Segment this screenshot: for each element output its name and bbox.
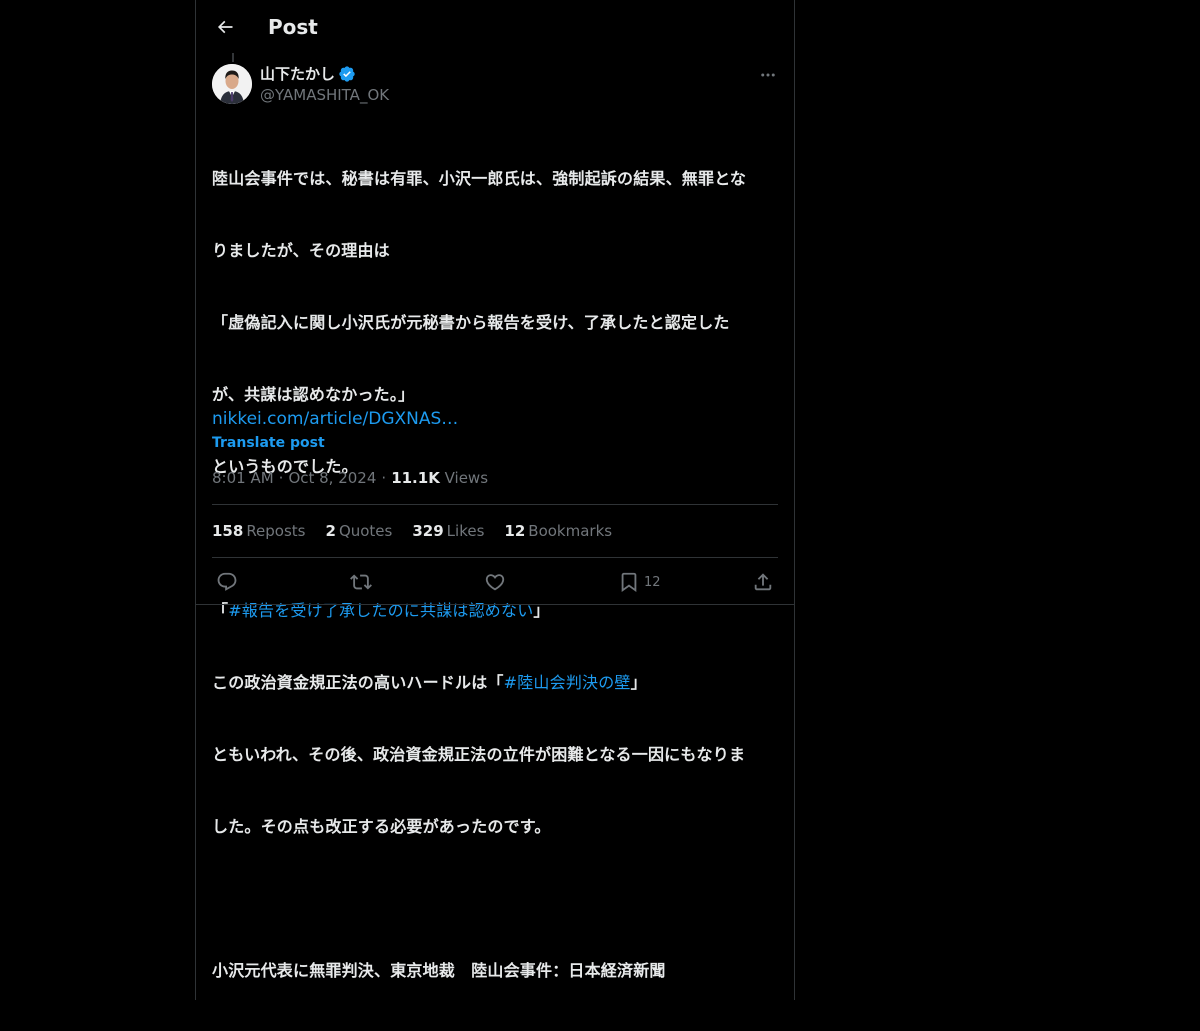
post-time[interactable]: 8:01 AM: [212, 469, 274, 487]
post-date[interactable]: Oct 8, 2024: [288, 469, 376, 487]
thread-connector: [232, 53, 234, 62]
primary-column: Post 山下たかし @YAMASHITA_OK 陸山会事件では、秘書は有罪、小…: [195, 0, 795, 1000]
back-button[interactable]: [208, 10, 242, 44]
hashtag-link[interactable]: #陸山会判決の壁: [504, 673, 631, 692]
author-handle[interactable]: @YAMASHITA_OK: [260, 85, 389, 105]
page-title: Post: [268, 15, 318, 39]
repost-button[interactable]: [350, 569, 372, 595]
post-text-line: が、共謀は認めなかった。」: [212, 385, 415, 404]
post-text-line: 小沢元代表に無罪判決、東京地裁 陸山会事件：日本経済新聞: [212, 961, 666, 980]
divider: [212, 504, 778, 505]
verified-badge-icon[interactable]: [338, 65, 356, 83]
action-bar: 12: [196, 567, 794, 597]
like-button[interactable]: [484, 569, 506, 595]
post-author: 山下たかし @YAMASHITA_OK: [260, 64, 389, 106]
stat-quotes[interactable]: 2 Quotes: [326, 521, 393, 541]
text-prefix: この政治資金規正法の高いハードルは「: [212, 673, 504, 692]
reply-button[interactable]: [216, 569, 238, 595]
bookmark-count: 12: [644, 574, 661, 590]
post-text-line: この政治資金規正法の高いハードルは「#陸山会判決の壁」: [212, 671, 778, 695]
avatar[interactable]: [212, 64, 252, 104]
post-text-line: 「虚偽記入に関し小沢氏が元秘書から報告を受け、了承したと認定した: [212, 313, 730, 332]
translate-post-button[interactable]: Translate post: [212, 433, 325, 453]
post-text-line: した。その点も改正する必要があったのです。: [212, 817, 551, 836]
page-header: Post: [196, 0, 794, 53]
stat-bookmarks[interactable]: 12 Bookmarks: [504, 521, 612, 541]
post-meta: 8:01 AM · Oct 8, 2024 · 11.1K Views: [212, 468, 488, 488]
meta-separator: ·: [278, 469, 284, 487]
reply-icon: [217, 572, 237, 591]
avatar-photo: [212, 64, 252, 104]
more-options-button[interactable]: [754, 64, 782, 86]
stat-likes[interactable]: 329 Likes: [412, 521, 484, 541]
views-label: Views: [444, 469, 489, 487]
post-text-line: りましたが、その理由は: [212, 241, 390, 260]
stat-reposts[interactable]: 158 Reposts: [212, 521, 306, 541]
bracket-close: 」: [630, 673, 647, 692]
share-button[interactable]: [752, 569, 774, 595]
bookmark-button[interactable]: 12: [618, 569, 661, 595]
post-stats: 158 Reposts 2 Quotes 329 Likes 12 Bookmarks: [212, 521, 612, 541]
post-text-line: 陸山会事件では、秘書は有罪、小沢一郎氏は、強制起訴の結果、無罪とな: [212, 169, 747, 188]
divider: [212, 557, 778, 558]
divider: [196, 604, 794, 605]
repost-icon: [350, 574, 372, 590]
bookmark-icon: [621, 572, 637, 593]
views-count: 11.1K: [391, 469, 440, 487]
like-icon: [485, 574, 505, 591]
author-name[interactable]: 山下たかし: [260, 64, 335, 84]
post-text-line: 「#報告を受け了承したのに共謀は認めない」: [212, 599, 778, 623]
external-link[interactable]: nikkei.com/article/DGXNAS…: [212, 407, 458, 431]
back-arrow-icon: [217, 20, 233, 34]
post-text-blank: [212, 887, 778, 911]
more-options-icon: [761, 73, 775, 77]
meta-separator: ·: [381, 469, 387, 487]
post-text-line: ともいわれ、その後、政治資金規正法の立件が困難となる一因にもなりま: [212, 745, 746, 764]
share-icon: [754, 573, 772, 591]
